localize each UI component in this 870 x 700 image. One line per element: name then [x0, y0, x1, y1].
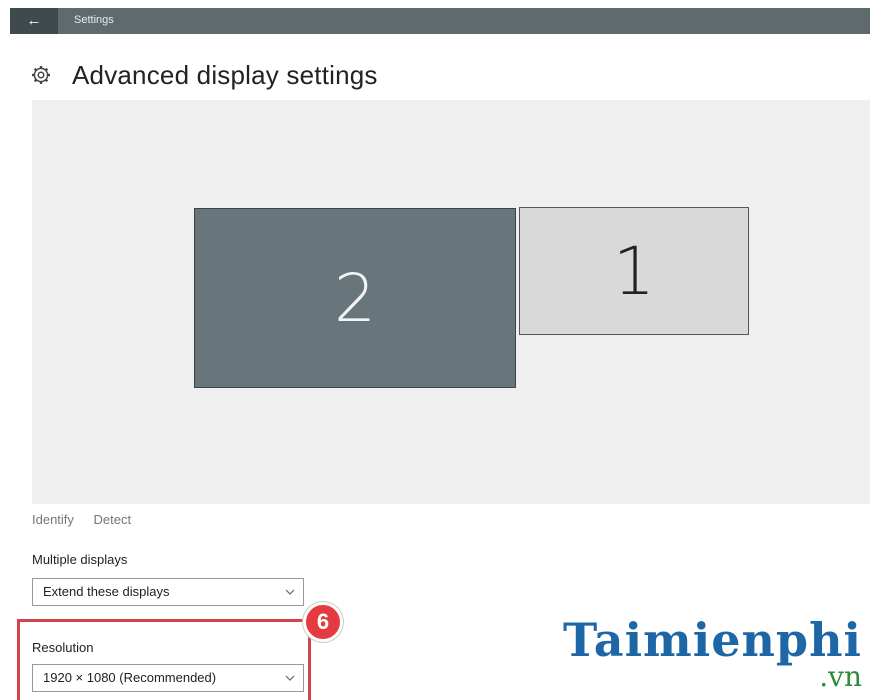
back-button[interactable]: ←: [10, 8, 58, 34]
step-badge: 6: [303, 602, 343, 642]
chevron-down-icon: [285, 589, 295, 595]
monitor-1[interactable]: 1: [519, 207, 749, 335]
page-header: Advanced display settings: [30, 56, 378, 94]
dropdown-value: Extend these displays: [43, 584, 170, 599]
display-actions: Identify Detect: [32, 512, 147, 527]
title-bar: ← Settings: [10, 8, 870, 34]
identify-link[interactable]: Identify: [32, 512, 74, 527]
resolution-label: Resolution: [32, 640, 94, 655]
watermark: Taimienphi .vn: [540, 614, 862, 700]
multiple-displays-label: Multiple displays: [32, 552, 128, 567]
detect-link[interactable]: Detect: [94, 512, 132, 527]
monitor-number: 1: [613, 232, 655, 310]
monitor-number: 2: [334, 259, 376, 337]
resolution-dropdown[interactable]: 1920 × 1080 (Recommended): [32, 664, 304, 692]
multiple-displays-dropdown[interactable]: Extend these displays: [32, 578, 304, 606]
watermark-brand: Taimienphi: [562, 613, 862, 667]
chevron-down-icon: [285, 675, 295, 681]
gear-icon: [32, 66, 50, 84]
page-title: Advanced display settings: [72, 59, 378, 90]
monitor-2[interactable]: 2: [194, 208, 516, 388]
display-arrangement: 2 1: [32, 100, 870, 504]
dropdown-value: 1920 × 1080 (Recommended): [43, 670, 217, 685]
window-title: Settings: [74, 14, 114, 26]
back-arrow-icon: ←: [26, 12, 42, 29]
